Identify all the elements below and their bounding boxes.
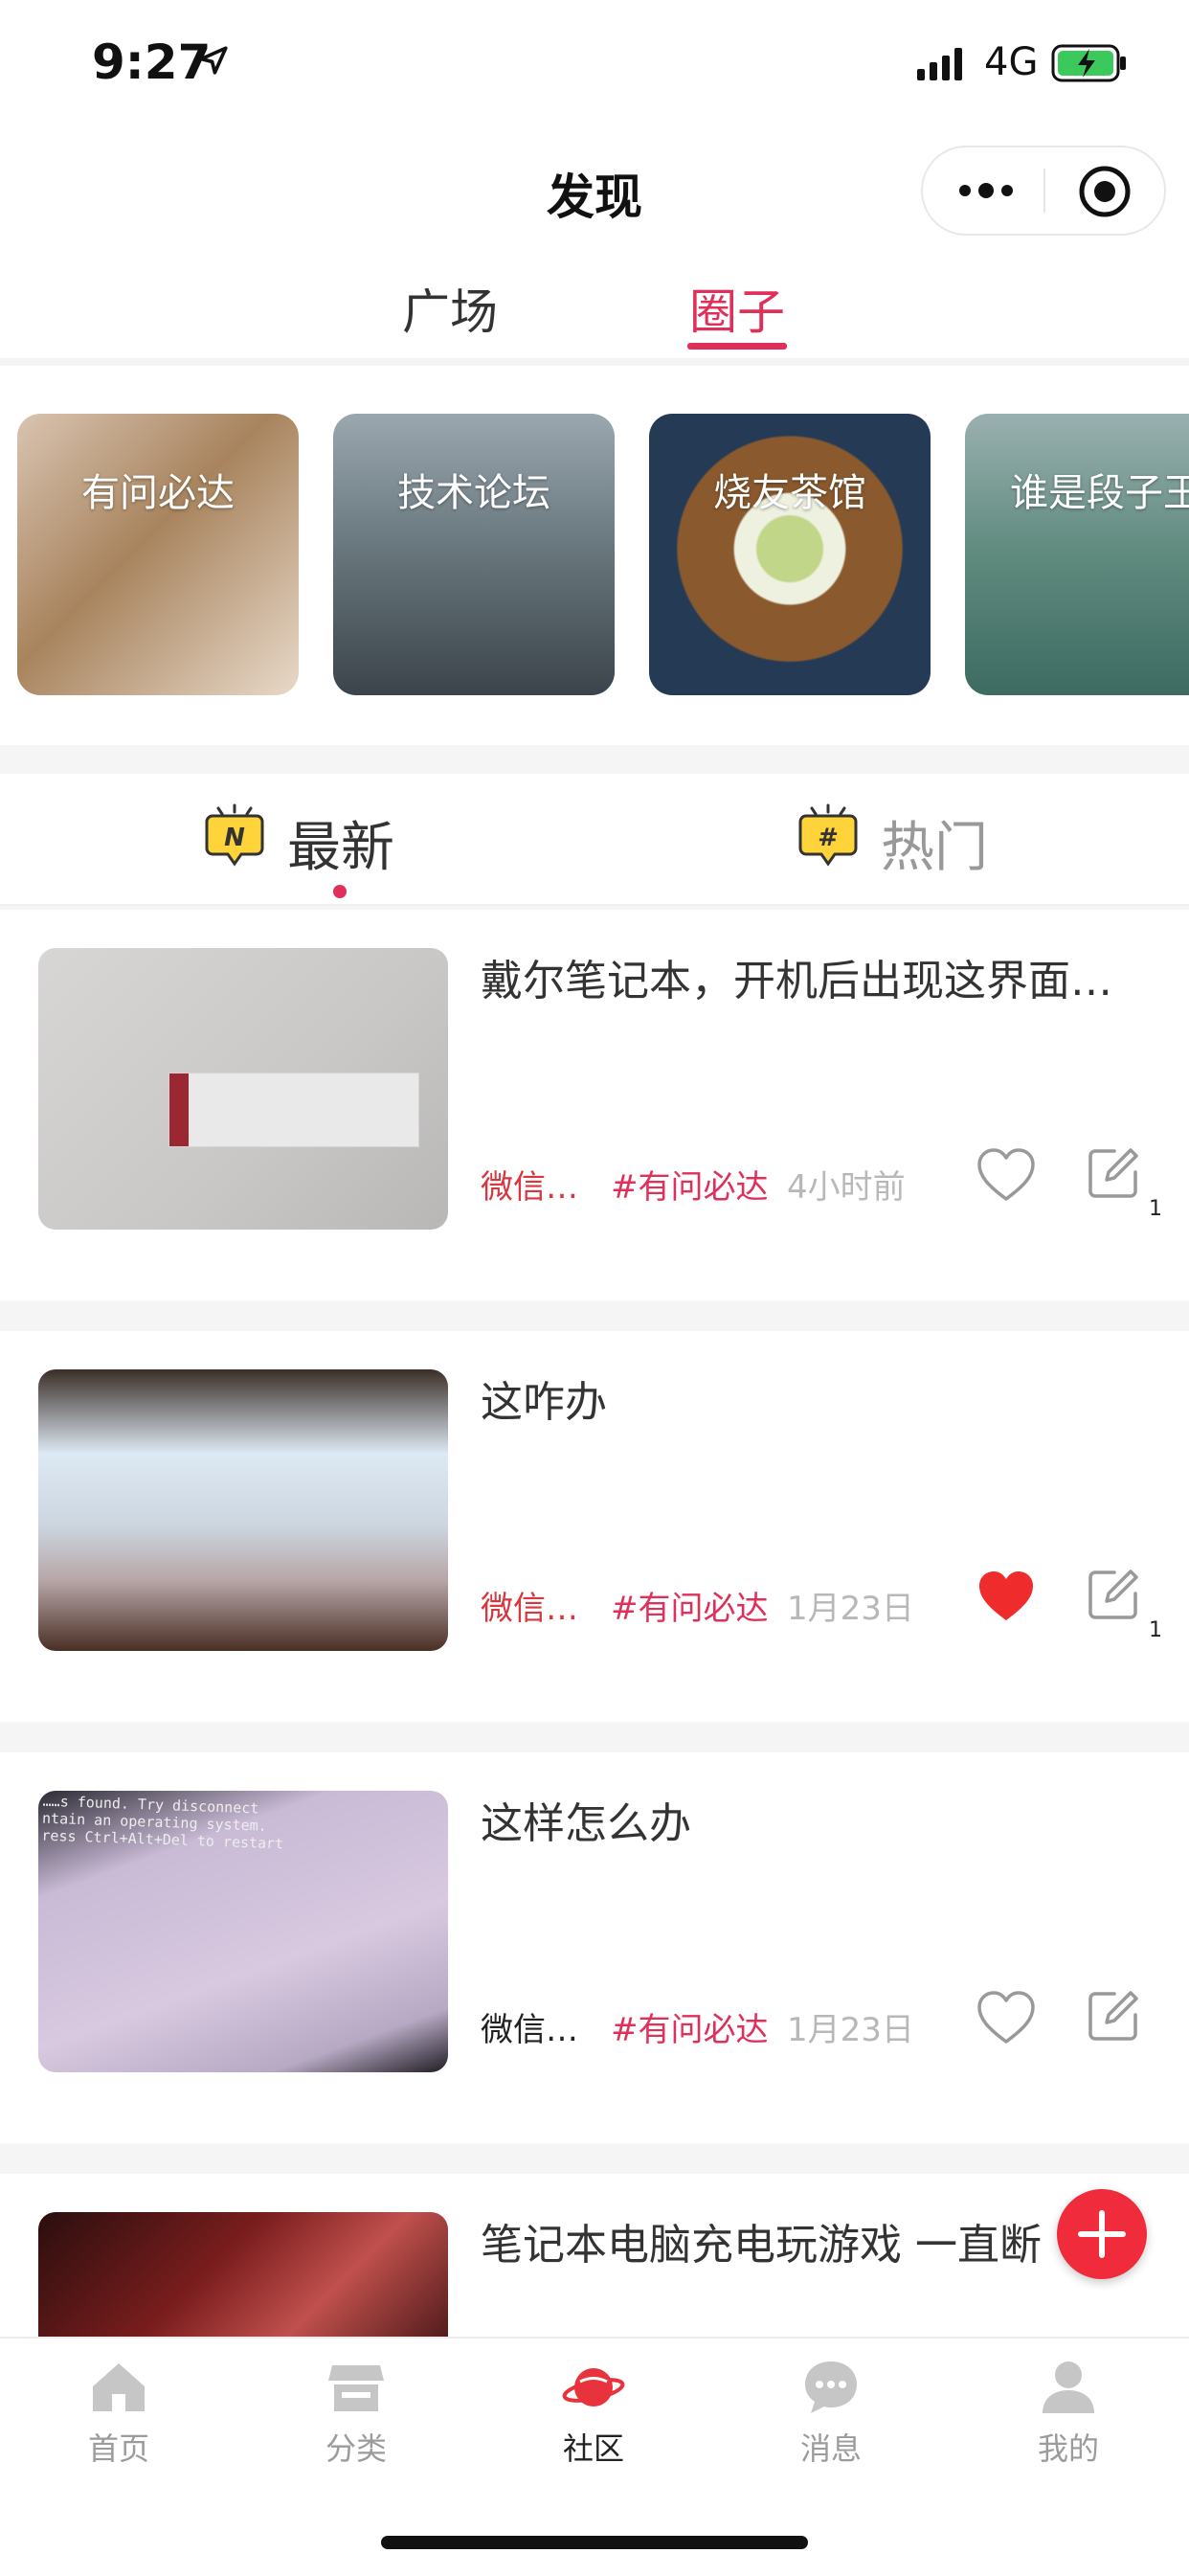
thumbnail-dialog-shape bbox=[168, 1073, 419, 1147]
chat-icon bbox=[805, 2361, 857, 2413]
post-source[interactable]: 微信… bbox=[481, 1161, 578, 1208]
post-item[interactable]: 戴尔笔记本，开机后出现这界面… 微信… #有问必达 4小时前 1 bbox=[0, 910, 1189, 1300]
planet-icon bbox=[562, 2368, 625, 2407]
circle-label: 谁是段子王 bbox=[1010, 471, 1189, 515]
post-item[interactable]: 笔记本电脑充电玩游戏 一直断 bbox=[0, 2174, 1189, 2337]
battery-charging-icon bbox=[1051, 44, 1126, 82]
tab-label: 社区 bbox=[562, 2430, 624, 2467]
status-bar: 9:27 4G bbox=[0, 0, 1189, 134]
home-indicator bbox=[381, 2536, 808, 2549]
tab-messages[interactable]: 消息 bbox=[712, 2356, 950, 2469]
svg-text:#: # bbox=[818, 824, 839, 852]
tab-circles[interactable]: 圈子 bbox=[689, 274, 785, 343]
post-tag[interactable]: #有问必达 bbox=[611, 1161, 769, 1208]
user-icon bbox=[1043, 2361, 1094, 2413]
top-tabs: 广场 圈子 bbox=[0, 251, 1189, 366]
post-thumbnail[interactable]: ……s found. Try disconnect ntain an opera… bbox=[38, 1791, 448, 2072]
tab-label: 首页 bbox=[87, 2430, 149, 2467]
mini-program-capsule bbox=[921, 146, 1166, 236]
like-heart-icon[interactable] bbox=[975, 1988, 1038, 2047]
sort-tabs: N 最新 # 热门 bbox=[0, 774, 1189, 906]
tab-square[interactable]: 广场 bbox=[402, 274, 498, 343]
store-icon bbox=[328, 2365, 384, 2411]
circle-carousel[interactable]: 有问必达 技术论坛 烧友茶馆 谁是段子王 bbox=[0, 366, 1189, 745]
plus-icon bbox=[1078, 2210, 1126, 2258]
post-tag[interactable]: #有问必达 bbox=[611, 1582, 769, 1629]
circle-card[interactable]: 技术论坛 bbox=[333, 414, 615, 695]
comment-edit-icon[interactable] bbox=[1086, 1145, 1141, 1201]
comment-edit-icon[interactable] bbox=[1086, 1567, 1141, 1622]
comment-edit-icon[interactable] bbox=[1086, 1988, 1141, 2044]
post-source[interactable]: 微信… bbox=[481, 2003, 578, 2050]
home-icon bbox=[93, 2363, 145, 2411]
post-thumbnail[interactable] bbox=[38, 1369, 448, 1651]
active-sort-dot bbox=[333, 885, 347, 898]
new-badge-icon: N bbox=[205, 803, 264, 867]
sort-tab-latest[interactable]: 最新 bbox=[287, 804, 394, 882]
status-time: 9:27 bbox=[92, 34, 212, 90]
circle-card[interactable]: 有问必达 bbox=[17, 414, 299, 695]
thumbnail-screen-text: ……s found. Try disconnect ntain an opera… bbox=[41, 1792, 284, 1853]
hashtag-badge-icon: # bbox=[798, 803, 858, 867]
post-item[interactable]: ……s found. Try disconnect ntain an opera… bbox=[0, 1752, 1189, 2143]
post-title[interactable]: 这咋办 bbox=[481, 1367, 1151, 1429]
post-time: 1月23日 bbox=[787, 1590, 914, 1628]
more-options-icon[interactable] bbox=[955, 174, 1017, 207]
post-time: 4小时前 bbox=[787, 1168, 906, 1207]
comment-count: 1 bbox=[1149, 1197, 1162, 1221]
post-thumbnail[interactable] bbox=[38, 948, 448, 1230]
svg-text:N: N bbox=[224, 824, 245, 852]
location-arrow-icon bbox=[199, 46, 228, 75]
circle-card[interactable]: 谁是段子王 bbox=[965, 414, 1189, 695]
post-title[interactable]: 戴尔笔记本，开机后出现这界面… bbox=[481, 946, 1151, 1007]
post-thumbnail[interactable] bbox=[38, 2212, 448, 2337]
add-post-button[interactable] bbox=[1057, 2189, 1147, 2279]
comment-count: 1 bbox=[1149, 1618, 1162, 1642]
close-mini-program-icon[interactable] bbox=[1076, 163, 1133, 220]
tab-community[interactable]: 社区 bbox=[475, 2356, 712, 2469]
active-tab-underline bbox=[687, 343, 787, 350]
circle-label: 烧友茶馆 bbox=[713, 471, 866, 515]
circle-label: 技术论坛 bbox=[397, 471, 550, 515]
tab-label: 我的 bbox=[1037, 2430, 1099, 2467]
tab-profile[interactable]: 我的 bbox=[950, 2356, 1187, 2469]
bottom-tab-bar: 首页 分类 社区 消息 我的 bbox=[0, 2337, 1189, 2576]
tab-label: 分类 bbox=[325, 2430, 387, 2467]
post-item[interactable]: 这咋办 微信… #有问必达 1月23日 1 bbox=[0, 1331, 1189, 1722]
post-title[interactable]: 这样怎么办 bbox=[481, 1789, 1151, 1850]
sort-tab-hot[interactable]: 热门 bbox=[881, 804, 988, 882]
circle-card[interactable]: 烧友茶馆 bbox=[649, 414, 931, 695]
network-type: 4G bbox=[984, 40, 1039, 84]
circle-label: 有问必达 bbox=[81, 471, 235, 515]
post-time: 1月23日 bbox=[787, 2011, 914, 2049]
tab-category[interactable]: 分类 bbox=[237, 2356, 475, 2469]
like-heart-icon[interactable] bbox=[975, 1145, 1038, 1205]
post-title[interactable]: 笔记本电脑充电玩游戏 一直断 bbox=[481, 2210, 1045, 2271]
post-tag[interactable]: #有问必达 bbox=[611, 2003, 769, 2050]
signal-icon bbox=[917, 48, 962, 80]
tab-label: 消息 bbox=[799, 2430, 862, 2467]
tab-home[interactable]: 首页 bbox=[0, 2356, 237, 2469]
navigation-bar: 发现 bbox=[0, 134, 1189, 251]
liked-heart-icon[interactable] bbox=[975, 1567, 1038, 1626]
post-source[interactable]: 微信… bbox=[481, 1582, 578, 1629]
capsule-divider bbox=[1043, 169, 1045, 213]
